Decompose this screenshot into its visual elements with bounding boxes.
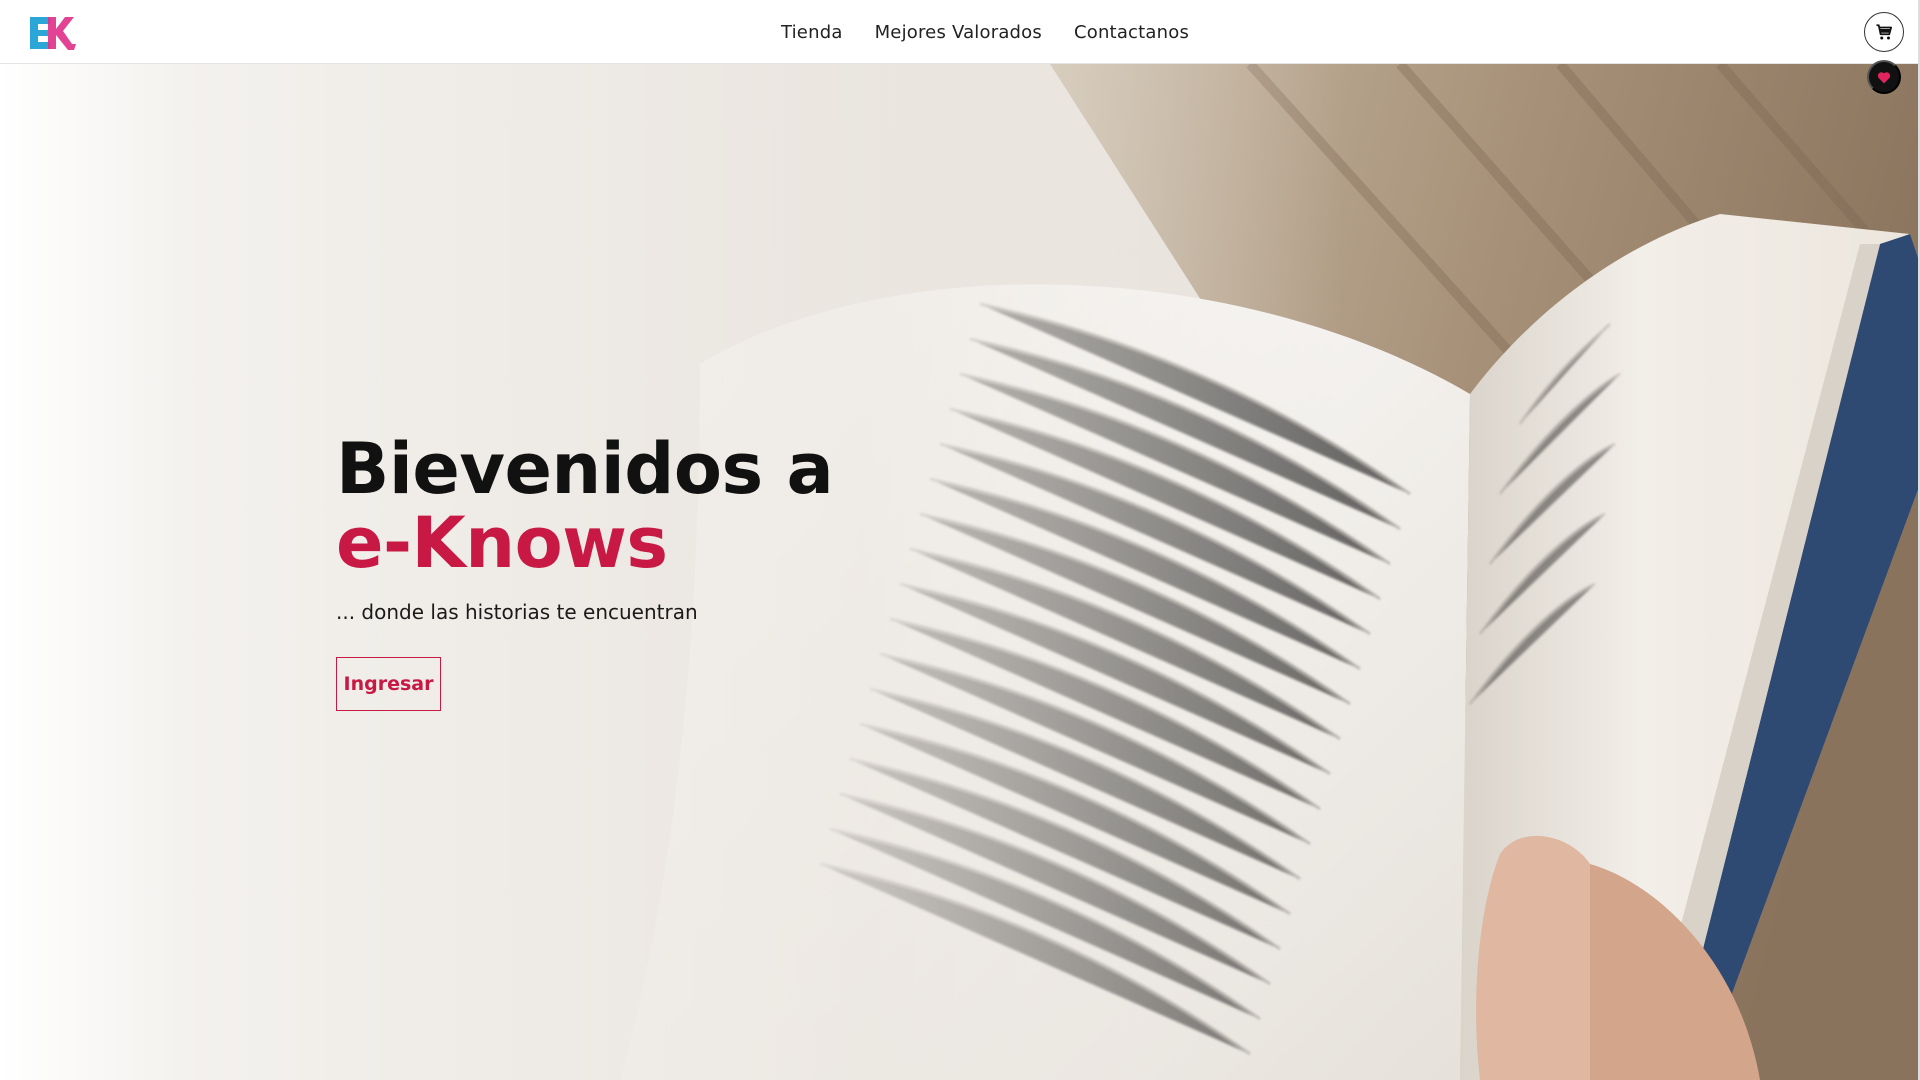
nav-tienda[interactable]: Tienda [781, 22, 843, 43]
nav-contactanos[interactable]: Contactanos [1074, 22, 1189, 43]
cart-icon [1876, 24, 1893, 40]
heart-icon [1877, 71, 1891, 83]
main-nav: Tienda Mejores Valorados Contactanos [0, 0, 1920, 64]
ingresar-button[interactable]: Ingresar [336, 657, 441, 711]
favorites-button[interactable] [1867, 60, 1901, 94]
cart-button[interactable] [1864, 12, 1904, 52]
hero-title: Bievenidos a e-Knows [336, 432, 1096, 580]
hero-title-brand: e-Knows [336, 502, 668, 584]
nav-mejores-valorados[interactable]: Mejores Valorados [875, 22, 1042, 43]
navbar: Tienda Mejores Valorados Contactanos [0, 0, 1920, 64]
hero-subtitle: ... donde las historias te encuentran [336, 600, 698, 624]
hero-text-block: Bievenidos a e-Knows ... donde las histo… [336, 432, 1096, 624]
hero-title-line1: Bievenidos a [336, 428, 834, 510]
